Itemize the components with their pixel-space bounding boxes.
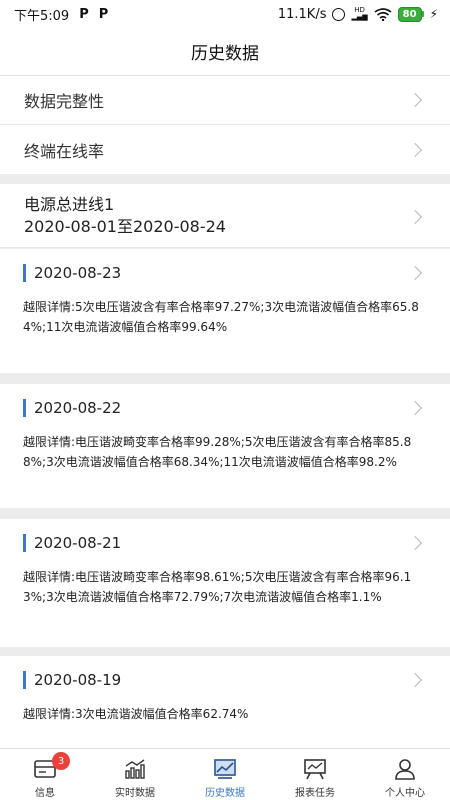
source-name: 电源总进线1	[24, 195, 115, 214]
accent-bar	[23, 399, 26, 417]
record-detail: 越限详情:3次电流谐波幅值合格率62.74%	[23, 707, 249, 721]
bottom-tab-bar: 3 信息 实时数据 历史数据 报表任务 个人中心	[0, 748, 450, 800]
tab-label: 个人中心	[385, 788, 425, 799]
chevron-right-icon	[407, 672, 423, 688]
date-range: 2020-08-01至2020-08-24	[24, 217, 226, 236]
record-header: 2020-08-23	[23, 249, 450, 297]
menu-card: 数据完整性 终端在线率	[0, 76, 450, 174]
record-item[interactable]: 2020-08-19 越限详情:3次电流谐波幅值合格率62.74%	[0, 656, 450, 748]
record-header: 2020-08-21	[23, 519, 450, 567]
record-item[interactable]: 2020-08-23 越限详情:5次电压谐波含有率合格率97.27%;3次电流谐…	[0, 249, 450, 373]
network-speed: 11.1K/s	[277, 6, 327, 22]
tab-history-data[interactable]: 历史数据	[180, 749, 270, 800]
alarm-icon	[332, 7, 346, 21]
tab-personal-center[interactable]: 个人中心	[360, 749, 450, 800]
record-detail: 越限详情:电压谐波畸变率合格率99.28%;5次电压谐波含有率合格率85.88%…	[23, 435, 412, 469]
record-item[interactable]: 2020-08-21 越限详情:电压谐波畸变率合格率98.61%;5次电压谐波含…	[0, 519, 450, 647]
record-date: 2020-08-19	[34, 671, 122, 689]
chevron-right-icon	[407, 92, 423, 108]
source-selector[interactable]: 电源总进线1 2020-08-01至2020-08-24	[0, 184, 450, 248]
record-header: 2020-08-19	[23, 656, 450, 704]
tab-label: 报表任务	[295, 788, 335, 799]
menu-item-data-integrity[interactable]: 数据完整性	[0, 76, 450, 125]
record-header: 2020-08-22	[23, 384, 450, 432]
record-item[interactable]: 2020-08-22 越限详情:电压谐波畸变率合格率99.28%;5次电压谐波含…	[0, 384, 450, 508]
status-time: 下午5:09	[14, 8, 70, 24]
record-date: 2020-08-22	[34, 399, 122, 417]
tab-label: 实时数据	[115, 788, 155, 799]
unread-badge: 3	[52, 752, 70, 770]
status-left: 下午5:09 P P	[14, 5, 108, 24]
accent-bar	[23, 264, 26, 282]
bar-chart-icon	[125, 759, 145, 779]
chevron-right-icon	[407, 400, 423, 416]
status-bar: 下午5:09 P P 11.1K/s HD ▂▄▆ 80 ⚡	[0, 0, 450, 28]
page-title: 历史数据	[191, 44, 259, 64]
accent-bar	[23, 671, 26, 689]
hd-signal-icon: HD ▂▄▆	[351, 6, 368, 21]
menu-item-terminal-online-rate[interactable]: 终端在线率	[0, 125, 450, 174]
tab-realtime-data[interactable]: 实时数据	[90, 749, 180, 800]
battery-level: 80	[397, 6, 422, 22]
report-board-icon	[304, 759, 326, 780]
battery-icon: 80	[397, 6, 424, 22]
chevron-right-icon	[407, 535, 423, 551]
wifi-icon	[374, 7, 392, 21]
tab-info[interactable]: 3 信息	[0, 749, 90, 800]
record-detail: 越限详情:5次电压谐波含有率合格率97.27%;3次电流谐波幅值合格率65.84…	[23, 300, 419, 334]
person-icon	[395, 759, 415, 780]
tab-label: 信息	[35, 788, 55, 799]
status-right: 11.1K/s HD ▂▄▆ 80 ⚡	[277, 6, 438, 22]
accent-bar	[23, 534, 26, 552]
charging-icon: ⚡	[429, 7, 438, 21]
record-detail: 越限详情:电压谐波畸变率合格率98.61%;5次电压谐波含有率合格率96.13%…	[23, 570, 412, 604]
notification-p-icon: P	[79, 6, 89, 22]
tab-label: 历史数据	[205, 788, 245, 799]
record-date: 2020-08-23	[34, 264, 122, 282]
header: 历史数据	[0, 28, 450, 76]
menu-item-label: 终端在线率	[24, 141, 105, 161]
chevron-right-icon	[407, 265, 423, 281]
notification-p-icon: P	[98, 6, 109, 22]
tab-report-task[interactable]: 报表任务	[270, 749, 360, 800]
record-date: 2020-08-21	[34, 534, 122, 552]
menu-item-label: 数据完整性	[24, 92, 105, 111]
chevron-right-icon	[407, 142, 423, 157]
history-chart-icon	[214, 759, 236, 779]
